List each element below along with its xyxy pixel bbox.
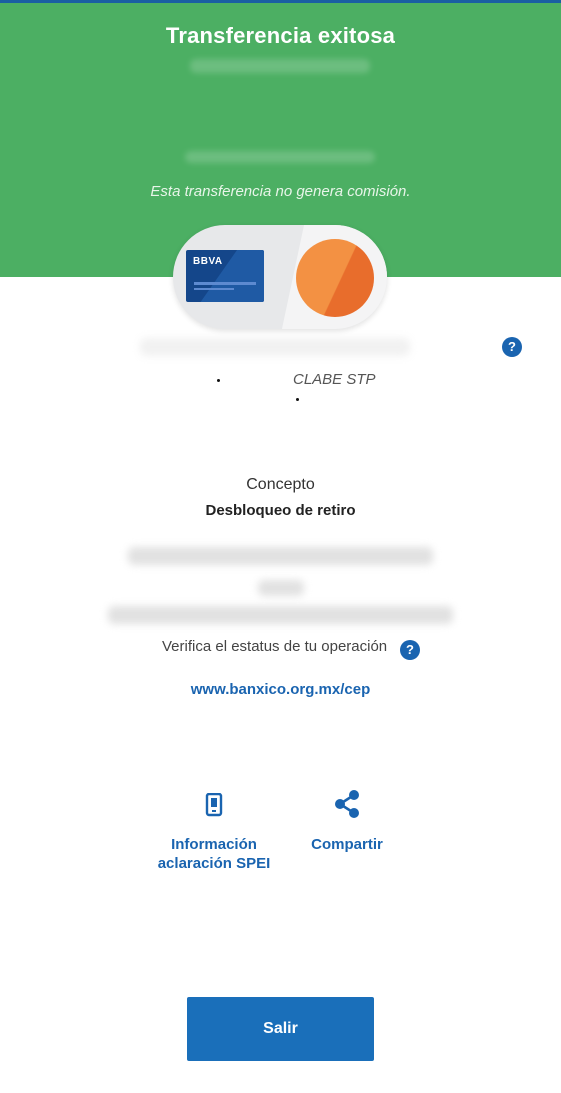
- recipient-help-icon[interactable]: ?: [502, 337, 522, 357]
- commission-note: Esta transferencia no genera comisión.: [150, 183, 411, 200]
- verify-status-text: Verifica el estatus de tu operación: [162, 638, 388, 655]
- exit-button[interactable]: Salir: [187, 997, 374, 1061]
- redacted-recipient-name: [140, 338, 410, 356]
- origin-card: BBVA: [186, 250, 264, 302]
- redacted-reference: [128, 547, 433, 565]
- concept-value: Desbloqueo de retiro: [205, 502, 356, 519]
- destination-bank-logo: [296, 239, 374, 317]
- redacted-date: [185, 151, 375, 163]
- account-type: CLABE STP: [293, 371, 376, 388]
- share-icon: [335, 790, 359, 818]
- banxico-link[interactable]: www.banxico.org.mx/cep: [0, 681, 561, 698]
- bbva-logo: BBVA: [193, 256, 223, 267]
- share-label: Compartir: [311, 836, 383, 853]
- phone-icon: [205, 793, 223, 817]
- spei-info-label: Información aclaración SPEI: [157, 836, 271, 872]
- redacted-bank: [258, 580, 304, 596]
- page-title: Transferencia exitosa: [165, 23, 396, 48]
- redacted-tracking-key: [108, 606, 453, 624]
- transfer-cards: BBVA: [173, 225, 387, 329]
- redacted-amount: [190, 59, 370, 73]
- concept-label: Concepto: [246, 476, 315, 493]
- verify-help-icon[interactable]: ?: [400, 640, 420, 660]
